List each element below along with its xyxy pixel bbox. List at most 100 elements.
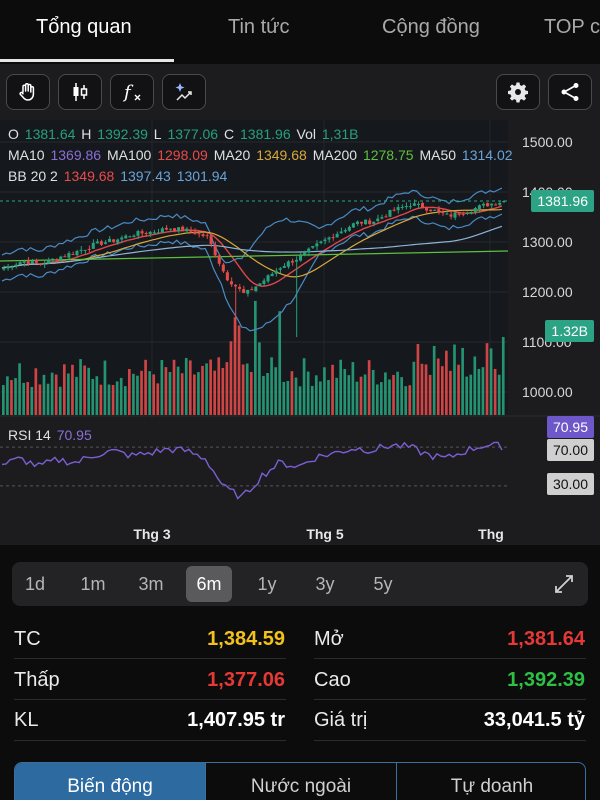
tab-tong-quan[interactable]: Tổng quan bbox=[36, 16, 132, 39]
candle-body bbox=[266, 275, 270, 282]
share-button[interactable] bbox=[548, 74, 592, 110]
candle-body bbox=[181, 226, 185, 232]
candle-body bbox=[213, 244, 217, 256]
volume-bar bbox=[237, 325, 241, 415]
period-3y[interactable]: 3y bbox=[302, 562, 348, 606]
kl-value: 1,407.95 tr bbox=[187, 709, 285, 731]
candle-body bbox=[331, 237, 335, 239]
rsi-label: RSI 14 bbox=[8, 427, 51, 443]
volume-bar bbox=[245, 363, 249, 415]
tab-top[interactable]: TOP c bbox=[544, 16, 600, 39]
tab-bien-dong[interactable]: Biến động bbox=[15, 763, 205, 800]
thap-value: 1,377.06 bbox=[207, 669, 285, 691]
volume-bar bbox=[428, 374, 432, 415]
candle-body bbox=[274, 270, 278, 274]
candle-body bbox=[262, 280, 266, 284]
indicator-button[interactable]: f bbox=[110, 74, 154, 110]
ma100-value: 1298.09 bbox=[157, 147, 208, 163]
candle-body bbox=[347, 226, 351, 231]
mo-value: 1,381.64 bbox=[507, 628, 585, 650]
candle-body bbox=[47, 259, 51, 264]
volume-bar bbox=[193, 374, 196, 415]
settings-button[interactable] bbox=[496, 74, 540, 110]
period-1y[interactable]: 1y bbox=[244, 562, 290, 606]
volume-bar bbox=[375, 384, 379, 415]
high-value: 1392.39 bbox=[97, 126, 148, 142]
volume-bar bbox=[241, 364, 245, 415]
divider bbox=[14, 658, 286, 659]
candlestick-type-button[interactable] bbox=[58, 74, 102, 110]
tab-tin-tuc[interactable]: Tin tức bbox=[228, 16, 290, 39]
period-3m[interactable]: 3m bbox=[128, 562, 174, 606]
candle-body bbox=[437, 209, 441, 212]
volume-bar bbox=[62, 364, 66, 415]
period-6m[interactable]: 6m bbox=[186, 566, 232, 602]
tab-cong-dong[interactable]: Cộng đồng bbox=[382, 16, 480, 39]
candle-body bbox=[433, 209, 437, 211]
candle-body bbox=[481, 203, 485, 206]
close-label: C bbox=[223, 126, 235, 142]
period-1m[interactable]: 1m bbox=[70, 562, 116, 606]
candle-body bbox=[22, 261, 26, 263]
hand-tool-button[interactable] bbox=[6, 74, 50, 110]
candle-body bbox=[254, 286, 258, 292]
candle-body bbox=[404, 206, 408, 208]
volume-bar bbox=[14, 378, 17, 415]
volume-bar bbox=[453, 344, 456, 415]
rsi-legend: RSI 14 70.95 bbox=[8, 427, 94, 443]
sparkle-icon bbox=[175, 83, 192, 101]
volume-bar bbox=[58, 386, 62, 415]
candle-body bbox=[392, 209, 396, 211]
volume-tag: 1.32B bbox=[545, 320, 594, 342]
y-tick-label: 1500.00 bbox=[522, 134, 573, 150]
volume-bar bbox=[420, 363, 424, 415]
period-1d[interactable]: 1d bbox=[12, 562, 58, 606]
candle-body bbox=[368, 220, 372, 224]
expand-icon[interactable] bbox=[552, 572, 576, 596]
kl-label: KL bbox=[14, 709, 39, 731]
volume-bar bbox=[327, 380, 330, 415]
candle-body bbox=[233, 284, 238, 287]
divider bbox=[314, 658, 586, 659]
ai-signal-button[interactable] bbox=[162, 74, 206, 110]
volume-bar bbox=[306, 371, 310, 415]
cao-value: 1,392.39 bbox=[507, 669, 585, 691]
candle-body bbox=[465, 212, 469, 214]
volume-bar bbox=[148, 371, 151, 415]
rsi-value-tag: 70.95 bbox=[546, 416, 594, 438]
candle-body bbox=[327, 237, 331, 240]
cao-label: Cao bbox=[314, 669, 351, 691]
tab-tu-doanh[interactable]: Tự doanh bbox=[397, 763, 585, 800]
candle-body bbox=[388, 210, 392, 217]
volume-bar bbox=[355, 381, 359, 415]
x-tick-label: Thg 3 bbox=[133, 526, 171, 542]
volume-bar bbox=[188, 360, 192, 415]
candle-body bbox=[294, 259, 299, 262]
volume-bar bbox=[184, 357, 188, 415]
candle-body bbox=[225, 272, 229, 281]
period-5y[interactable]: 5y bbox=[360, 562, 406, 606]
candle-body bbox=[168, 228, 173, 230]
volume-bar bbox=[319, 381, 322, 415]
volume-bar bbox=[392, 374, 395, 415]
candle-body bbox=[490, 203, 494, 206]
candle-body bbox=[246, 289, 250, 294]
ma200-label: MA200 bbox=[312, 147, 358, 163]
volume-bar bbox=[205, 363, 208, 415]
tab-nuoc-ngoai[interactable]: Nước ngoài bbox=[206, 763, 396, 800]
volume-bar bbox=[314, 375, 318, 415]
price-chart[interactable]: 1500.001400.001300.001200.001100.001000.… bbox=[0, 120, 600, 545]
y-tick-label: 1000.00 bbox=[522, 384, 573, 400]
candle-body bbox=[473, 208, 477, 213]
volume-bar bbox=[436, 358, 440, 415]
volume-bar bbox=[30, 386, 34, 415]
volume-bar bbox=[359, 376, 363, 415]
candlestick-icon bbox=[73, 83, 88, 101]
volume-bar bbox=[6, 376, 9, 415]
volume-bar bbox=[152, 374, 156, 415]
candle-body bbox=[355, 221, 359, 224]
candle-body bbox=[63, 256, 67, 258]
ma10-value: 1369.86 bbox=[50, 147, 102, 163]
volume-bar bbox=[197, 372, 200, 415]
volume-bar bbox=[408, 385, 412, 415]
